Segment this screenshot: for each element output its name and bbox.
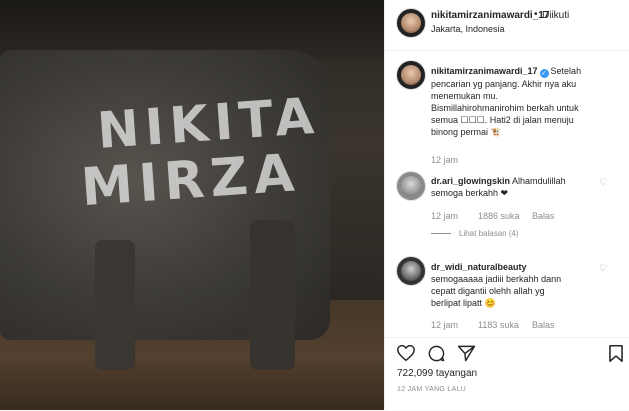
caption-line: Setelah: [550, 66, 582, 76]
comments-list[interactable]: nikitamirzanimawardi_17 ✓ Setelah pencaria…: [385, 51, 629, 337]
caption-line: menemukan mu.: [431, 91, 499, 101]
reply-button[interactable]: Balas: [532, 211, 555, 221]
post-header: nikitamirzanimawardi_17 • Diikuti Jakart…: [385, 0, 629, 51]
cow-leg: [250, 220, 295, 370]
caption-line: Bismillahirohmanirohim berkah untuk: [431, 103, 579, 113]
comment-text: dr.ari_glowingskin Alhamdulillah semoga …: [431, 175, 601, 199]
verified-icon: ✓: [539, 69, 549, 78]
comment-text: dr_widi_naturalbeauty semogaaaaa jadiii …: [431, 261, 601, 309]
cow-graffiti: NIKITA MIRZA: [55, 85, 344, 244]
caption-time: 12 jam: [431, 155, 459, 165]
posted-time: 12 JAM YANG LALU: [397, 386, 467, 393]
view-replies-label: Lihat balasan (4): [459, 229, 519, 238]
following-button[interactable]: Diikuti: [542, 10, 569, 21]
commenter-avatar[interactable]: [396, 171, 426, 201]
cow-leg: [95, 240, 135, 370]
caption-text: nikitamirzanimawardi_17 ✓ Setelah pencaria…: [431, 65, 621, 138]
like-heart-icon[interactable]: [396, 344, 416, 362]
post-video[interactable]: NIKITA MIRZA: [0, 0, 384, 410]
commenter-username[interactable]: dr.ari_glowingskin: [431, 176, 510, 186]
post-side-panel: nikitamirzanimawardi_17 • Diikuti Jakart…: [384, 0, 629, 410]
comment-line: semogaaaaa jadiii berkahh dann: [431, 274, 562, 284]
share-paper-plane-icon[interactable]: [457, 344, 476, 363]
like-comment-heart-icon[interactable]: ♡: [599, 177, 607, 188]
caption-line: binong permai 🐮: [431, 127, 502, 137]
caption-username[interactable]: nikitamirzanimawardi_17: [431, 66, 538, 76]
author-username[interactable]: nikitamirzanimawardi_17: [431, 10, 549, 21]
like-comment-heart-icon[interactable]: ♡: [599, 263, 607, 274]
caption-author-avatar[interactable]: [396, 60, 426, 90]
comment-likes[interactable]: 1886 suka: [478, 211, 520, 221]
view-count[interactable]: 722,099 tayangan: [397, 368, 477, 379]
comment-time: 12 jam: [431, 211, 459, 221]
caption-line: semua ☐☐☐. Hati2 di jalan menuju: [431, 115, 574, 125]
comment-line: cepatt digantii olehh allah yg: [431, 286, 545, 296]
save-bookmark-icon[interactable]: [608, 344, 624, 363]
separator-dot: •: [534, 9, 538, 20]
post-actions: 722,099 tayangan 12 JAM YANG LALU: [385, 337, 629, 411]
commenter-username[interactable]: dr_widi_naturalbeauty: [431, 262, 527, 272]
comment-time: 12 jam: [431, 320, 459, 330]
comment-line: semoga berkahh ❤: [431, 188, 509, 198]
comment-likes[interactable]: 1183 suka: [478, 320, 519, 330]
author-avatar[interactable]: [396, 8, 426, 38]
comment-line: berlipat lipatt 😊: [431, 298, 496, 308]
reply-button[interactable]: Balas: [532, 320, 555, 330]
location-link[interactable]: Jakarta, Indonesia: [431, 24, 505, 34]
commenter-avatar[interactable]: [396, 256, 426, 286]
comment-bubble-icon[interactable]: [427, 344, 446, 363]
comment-line: Alhamdulillah: [512, 176, 566, 186]
caption-line: pencarian yg panjang. Akhir nya aku: [431, 79, 577, 89]
view-replies-button[interactable]: Lihat balasan (4): [431, 229, 519, 238]
